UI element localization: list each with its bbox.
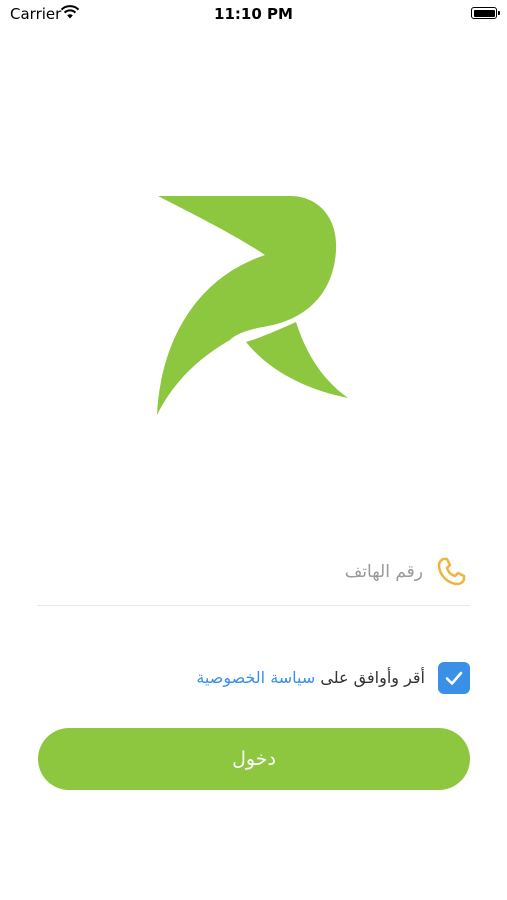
consent-label: أقر وأوافق على سياسة الخصوصية <box>196 668 425 687</box>
consent-text: أقر وأوافق على <box>320 668 425 687</box>
brand-logo-r <box>157 196 348 415</box>
clock: 11:10 PM <box>214 5 293 23</box>
phone-number-input[interactable] <box>37 551 423 593</box>
battery-icon <box>471 7 500 19</box>
status-bar: Carrier 11:10 PM <box>0 0 507 28</box>
phone-icon <box>437 557 466 586</box>
login-button[interactable]: دخول <box>38 728 470 790</box>
privacy-policy-link[interactable]: سياسة الخصوصية <box>196 668 315 687</box>
consent-row: أقر وأوافق على سياسة الخصوصية <box>37 662 470 696</box>
phone-field-row <box>37 545 470 606</box>
consent-checkbox[interactable] <box>438 662 470 694</box>
checkmark-icon <box>445 671 463 685</box>
